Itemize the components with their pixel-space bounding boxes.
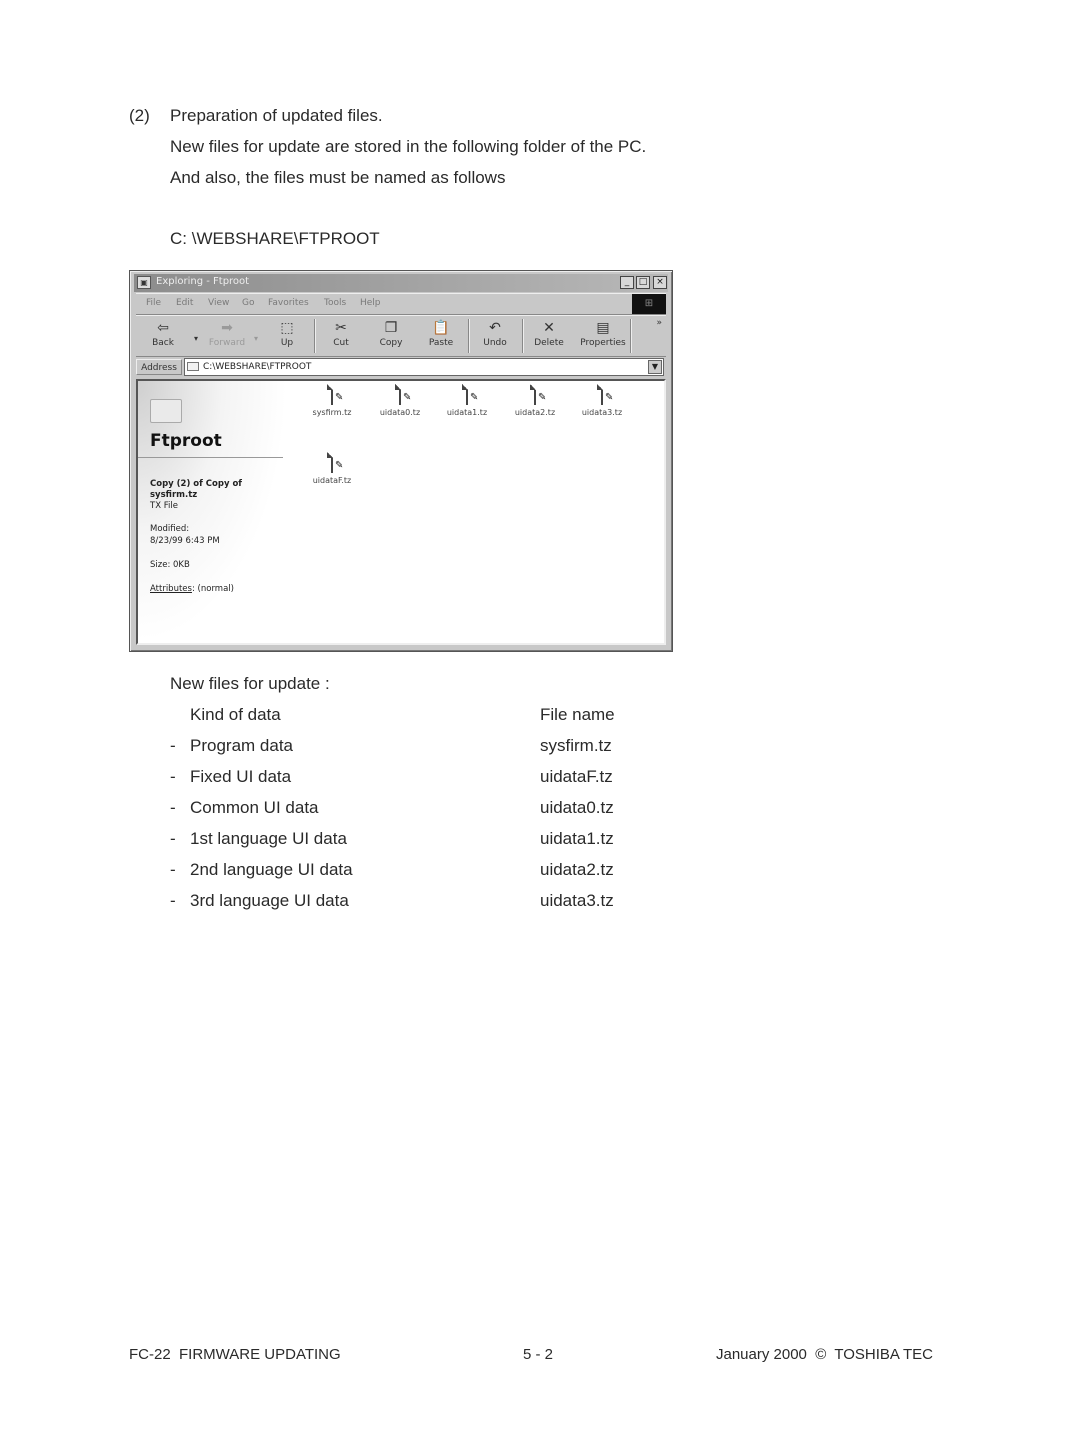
explorer-window: ▣ Exploring - Ftproot _ □ × File Edit Vi… [129,270,673,652]
paste-button[interactable]: 📋 Paste [418,318,464,354]
delete-x-icon: ✕ [543,320,555,336]
cut-button[interactable]: ✂ Cut [318,318,364,354]
file-icon: ✎ [399,384,411,405]
file-item[interactable]: ✎ uidataF.tz [302,452,362,485]
title-bar: ▣ Exploring - Ftproot _ □ × [134,274,668,292]
section-heading: Preparation of updated files. [170,106,383,125]
header-file-name: File name [540,705,615,724]
toolbar-separator [468,319,470,353]
file-icon: ✎ [601,384,613,405]
up-folder-icon: ⬚ [280,320,294,336]
selected-file-name-line1: Copy (2) of Copy of [150,479,243,489]
file-name: uidata2.tz [540,860,614,879]
folder-path: C: \WEBSHARE\FTPROOT [170,229,380,248]
file-icon: ✎ [534,384,546,405]
more-chevron-icon[interactable]: » [656,318,662,328]
kind-of-data: 1st language UI data [190,829,347,848]
section-number: (2) [129,106,150,125]
close-button[interactable]: × [653,276,667,289]
folder-title: Ftproot [150,431,222,451]
file-name: uidata3.tz [540,891,614,910]
scissors-icon: ✂ [335,320,347,336]
back-dropdown-icon[interactable]: ▾ [194,334,198,343]
back-button[interactable]: ⇦ Back [140,318,186,354]
windows-logo-icon: ⊞ [632,294,666,314]
selected-file-name-line2: sysfirm.tz [150,490,198,500]
file-item[interactable]: ✎ uidata2.tz [505,384,565,417]
file-name: uidata1.tz [540,829,614,848]
file-item[interactable]: ✎ uidata0.tz [370,384,430,417]
address-dropdown-icon[interactable]: ▼ [648,360,662,374]
properties-icon: ▤ [596,320,610,336]
web-view-pane: Ftproot Copy (2) of Copy of sysfirm.tz T… [138,381,288,643]
explorer-app-icon: ▣ [137,276,151,289]
footer-title: FC-22 FIRMWARE UPDATING [129,1346,341,1363]
kind-of-data: Fixed UI data [190,767,292,786]
paste-icon: 📋 [432,320,450,336]
toolbar-separator [522,319,524,353]
delete-button[interactable]: ✕ Delete [526,318,572,354]
address-value: C:\WEBSHARE\FTPROOT [203,362,312,372]
undo-button[interactable]: ↶ Undo [472,318,518,354]
attributes-value: : (normal) [191,584,234,594]
file-icon: ✎ [331,452,343,473]
maximize-button[interactable]: □ [636,276,650,289]
files-intro: New files for update : [170,674,330,693]
file-item[interactable]: ✎ uidata3.tz [572,384,632,417]
kind-of-data: Common UI data [190,798,319,817]
minimize-button[interactable]: _ [620,276,634,289]
modified-label: Modified: [150,524,190,534]
up-button[interactable]: ⬚ Up [264,318,310,354]
attributes-info: Attributes: (normal) [150,584,234,595]
address-input[interactable]: C:\WEBSHARE\FTPROOT ▼ [184,358,664,376]
toolbar-separator [630,319,632,353]
file-size: Size: 0KB [150,560,190,570]
menu-tools[interactable]: Tools [324,298,346,308]
selected-file-type: TX File [150,501,178,511]
file-name: sysfirm.tz [540,736,612,755]
large-folder-icon [150,399,182,423]
address-bar: Address C:\WEBSHARE\FTPROOT ▼ [136,357,666,377]
paragraph-line-2: And also, the files must be named as fol… [170,168,506,187]
toolbar: ⇦ Back ▾ ➡ Forward ▾ ⬚ Up ✂ Cut ❐ Copy 📋… [136,315,666,357]
window-title: Exploring - Ftproot [156,276,250,287]
paragraph-line-1: New files for update are stored in the f… [170,137,647,156]
attributes-link[interactable]: Attributes [150,584,192,594]
file-icon: ✎ [331,384,343,405]
folder-icon [187,362,199,371]
menu-go[interactable]: Go [242,298,254,308]
undo-icon: ↶ [489,320,501,336]
menu-bar: File Edit View Go Favorites Tools Help ⊞ [136,293,666,315]
toolbar-separator [314,319,316,353]
kind-of-data: Program data [190,736,293,755]
copy-button[interactable]: ❐ Copy [368,318,414,354]
header-kind-of-data: Kind of data [190,705,281,724]
kind-of-data: 2nd language UI data [190,860,353,879]
forward-arrow-icon: ➡ [221,320,233,336]
file-icon: ✎ [466,384,478,405]
properties-button[interactable]: ▤ Properties [576,318,630,354]
forward-button[interactable]: ➡ Forward [204,318,250,354]
file-name: uidataF.tz [540,767,613,786]
modified-value: 8/23/99 6:43 PM [150,536,220,546]
folder-content: Ftproot Copy (2) of Copy of sysfirm.tz T… [136,379,666,645]
forward-dropdown-icon[interactable]: ▾ [254,334,258,343]
menu-view[interactable]: View [208,298,229,308]
menu-edit[interactable]: Edit [176,298,193,308]
copy-icon: ❐ [384,320,398,336]
footer-copyright: January 2000 © TOSHIBA TEC [716,1346,933,1363]
file-item[interactable]: ✎ uidata1.tz [437,384,497,417]
file-name: uidata0.tz [540,798,614,817]
menu-favorites[interactable]: Favorites [268,298,309,308]
address-label: Address [136,359,182,375]
page-number: 5 - 2 [523,1346,554,1363]
kind-of-data: 3rd language UI data [190,891,349,910]
menu-help[interactable]: Help [360,298,381,308]
menu-file[interactable]: File [146,298,161,308]
back-arrow-icon: ⇦ [157,320,169,336]
file-item[interactable]: ✎ sysfirm.tz [302,384,362,417]
divider [138,457,283,458]
